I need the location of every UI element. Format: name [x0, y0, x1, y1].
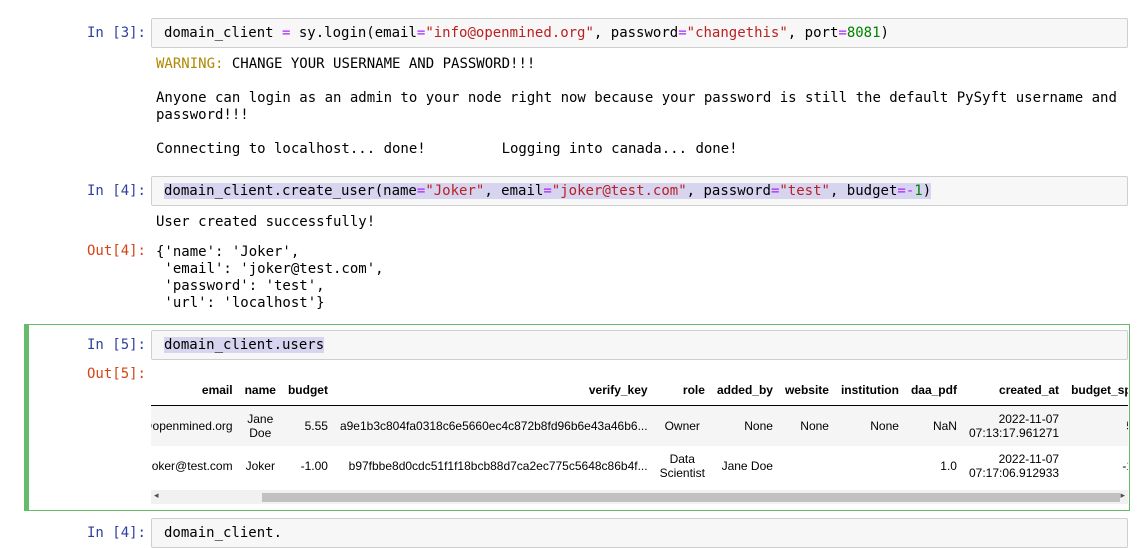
code-token: domain_client.create_user(name [164, 183, 417, 199]
cell-website: None [778, 405, 835, 446]
column-header: budget_spent [1065, 375, 1128, 406]
code-input[interactable]: domain_client = sy.login(email = "info@ope… [151, 18, 1128, 48]
table-row: info@openmined.org Jane Doe 5.55 a9e1b3c… [151, 405, 1128, 446]
cell-created-at: 2022-11-07 07:13:17.961271 [962, 405, 1066, 446]
cell-budget-spent: 5.55 [1065, 405, 1128, 446]
code-token: ) [922, 183, 932, 199]
column-header: role [653, 375, 711, 406]
cell-institution: None [834, 405, 905, 446]
cell-created-at: 2022-11-07 07:17:06.912933 [968, 452, 1060, 480]
output-dict: {'name': 'Joker', 'email': 'joker@test.c… [156, 244, 384, 311]
cell-email: joker@test.com [151, 459, 233, 473]
column-header: email [151, 375, 239, 406]
cell-verify-key: a9e1b3c804fa0318c6e5660ec4c872b8fd96b6e4… [333, 405, 654, 446]
cell-verify-key: b97fbbe8d0cdc51f1f18bcb88d7ca2ec775c5648… [348, 459, 648, 473]
cell-website [779, 446, 835, 486]
stdout-line: Anyone can login as an admin to your nod… [156, 90, 1117, 106]
code-token: , port [787, 25, 839, 41]
input-prompt: In [3]: [86, 25, 146, 41]
cell-institution [835, 446, 905, 486]
cell-budget-spent: -1.00 [1122, 459, 1128, 473]
output-prompt: Out[4]: [86, 243, 146, 259]
column-header: added_by [710, 375, 779, 406]
code-token: "test" [779, 183, 830, 199]
code-token: =- [897, 183, 915, 199]
horizontal-scrollbar[interactable]: ◂ ▸ [151, 490, 1128, 504]
cell-budget: 5.55 [281, 405, 334, 446]
code-token: "joker@test.com" [551, 183, 687, 199]
input-prompt: In [4]: [86, 183, 146, 199]
users-table: email name budget verify_key role added_… [151, 375, 1128, 486]
code-input[interactable]: domain_client.users [151, 330, 1128, 360]
cell-daa-pdf: NaN [904, 405, 963, 446]
column-header: institution [834, 375, 905, 406]
code-token: "changethis" [686, 25, 788, 41]
column-header: budget [281, 375, 334, 406]
cell-budget: -1.00 [300, 459, 328, 473]
cell-name: Jane Doe [238, 405, 282, 446]
cell-daa-pdf: 1.0 [940, 459, 957, 473]
input-prompt: In [4]: [86, 525, 146, 541]
code-token: , email [484, 183, 544, 199]
table-header-row: email name budget verify_key role added_… [151, 375, 1128, 406]
column-header: created_at [962, 375, 1066, 406]
cell-role: Owner [653, 405, 711, 446]
code-token: , password [593, 25, 679, 41]
column-header: verify_key [333, 375, 654, 406]
scrollbar-thumb[interactable] [262, 493, 1120, 502]
code-token: 1 [914, 183, 923, 199]
selected-code: domain_client.create_user(name="Joker", … [164, 183, 932, 199]
table-row: joker@test.com Joker -1.00 b97fbbe8d0cdc… [151, 446, 1128, 486]
cell-added-by: None [710, 405, 779, 446]
code-token: domain_client [164, 25, 283, 41]
code-token: = [838, 25, 847, 41]
stdout-line: password!!! [156, 107, 249, 123]
code-token: sy.login(email [290, 25, 417, 41]
input-prompt: In [5]: [86, 337, 146, 353]
stdout-line: Connecting to localhost... done! Logging… [156, 141, 738, 157]
code-token: ) [880, 25, 889, 41]
scroll-right-icon[interactable]: ▸ [1120, 491, 1125, 501]
code-token: 8081 [846, 25, 881, 41]
code-token: = [678, 25, 687, 41]
dataframe-output: email name budget verify_key role added_… [151, 375, 1128, 505]
code-input[interactable]: domain_client.create_user(name="Joker", … [151, 176, 1128, 206]
code-token: "Joker" [425, 183, 485, 199]
cell-email: info@openmined.org [151, 405, 239, 446]
warning-label: WARNING: [156, 56, 224, 72]
column-header: name [238, 375, 282, 406]
code-token: = [543, 183, 552, 199]
code-token: , budget [829, 183, 898, 199]
scroll-left-icon[interactable]: ◂ [154, 491, 159, 501]
stdout-line: User created successfully! [156, 214, 376, 230]
code-token: , password [686, 183, 771, 199]
warning-line: WARNING: CHANGE YOUR USERNAME AND PASSWO… [156, 56, 535, 73]
cell-role: Data Scientist [659, 452, 705, 480]
cell-name: Joker [245, 459, 275, 473]
code-input[interactable]: domain_client. [151, 518, 1128, 548]
warning-text: CHANGE YOUR USERNAME AND PASSWORD!!! [223, 56, 536, 72]
column-header: website [778, 375, 835, 406]
output-prompt: Out[5]: [86, 366, 146, 382]
code-token: "info@openmined.org" [425, 25, 594, 41]
column-header: daa_pdf [904, 375, 963, 406]
selected-code: domain_client.users [164, 337, 325, 353]
cell-added-by: Jane Doe [721, 459, 773, 473]
code-token: domain_client. [164, 525, 283, 541]
